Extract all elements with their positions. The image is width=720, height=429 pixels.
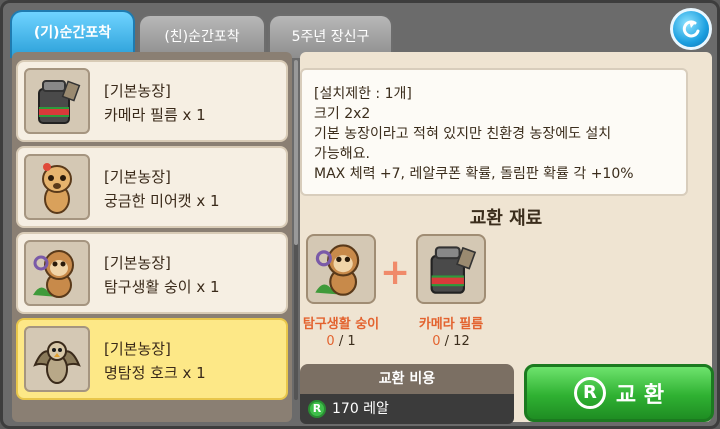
real-currency-icon: R <box>308 400 326 418</box>
cost-label: 교환 비용 <box>300 364 514 394</box>
description-line: 가능해요. <box>314 146 370 162</box>
exchange-button-label: 교 환 <box>615 383 665 408</box>
list-item[interactable]: [기본농장] 카메라 필름 x 1 <box>16 60 288 142</box>
tab-gi-snapshot[interactable]: (기)순간포착 <box>10 10 135 58</box>
item-description: [설치제한 : 1개] 크기 2x2 기본 농장이라고 적혀 있지만 친환경 농… <box>300 68 688 196</box>
material-name: 카메라 필름 <box>418 317 484 332</box>
scrollbar-thumb[interactable] <box>294 60 298 245</box>
scrollbar[interactable] <box>294 60 298 400</box>
item-name: 카메라 필름 x 1 <box>104 106 206 124</box>
cost-value: 170 레알 <box>332 401 389 417</box>
monkey-icon[interactable] <box>306 234 376 304</box>
meerkat-icon <box>24 154 90 220</box>
item-name: 궁금한 미어캣 x 1 <box>104 192 220 210</box>
material-have: 0 <box>432 334 441 349</box>
item-name: 탐구생활 숭이 x 1 <box>104 278 220 296</box>
plus-icon: + <box>380 252 411 293</box>
item-name: 명탐정 호크 x 1 <box>104 364 206 382</box>
material-name: 탐구생활 숭이 <box>302 317 380 332</box>
monkey-icon <box>24 240 90 306</box>
camera-film-icon[interactable] <box>416 234 486 304</box>
material-need: / 1 <box>338 334 356 349</box>
material-count: 0 / 12 <box>396 334 506 349</box>
list-item[interactable]: [기본농장] 궁금한 미어캣 x 1 <box>16 146 288 228</box>
real-currency-icon: R <box>573 377 606 409</box>
back-arrow-icon <box>682 20 700 38</box>
description-line: 크기 2x2 <box>314 106 371 122</box>
list-item[interactable]: [기본농장] 명탐정 호크 x 1 <box>16 318 288 400</box>
description-line: MAX 체력 +7, 레알쿠폰 확률, 돌림판 확률 각 +10% <box>314 166 634 182</box>
item-category: [기본농장] <box>104 168 171 186</box>
hawk-icon <box>24 326 90 392</box>
item-category: [기본농장] <box>104 254 171 272</box>
camera-film-icon <box>24 68 90 134</box>
material-have: 0 <box>326 334 335 349</box>
material-need: / 12 <box>444 334 470 349</box>
back-button[interactable] <box>670 8 712 50</box>
material-count: 0 / 1 <box>286 334 396 349</box>
item-category: [기본농장] <box>104 82 171 100</box>
materials-title: 교환 재료 <box>469 208 543 229</box>
description-line: [설치제한 : 1개] <box>314 86 412 102</box>
description-line: 기본 농장이라고 적혀 있지만 친환경 농장에도 설치 <box>314 126 612 142</box>
item-category: [기본농장] <box>104 340 171 358</box>
list-item[interactable]: [기본농장] 탐구생활 숭이 x 1 <box>16 232 288 314</box>
exchange-button[interactable]: R 교 환 <box>524 364 714 422</box>
cost-value-row: R 170 레알 <box>300 394 514 424</box>
